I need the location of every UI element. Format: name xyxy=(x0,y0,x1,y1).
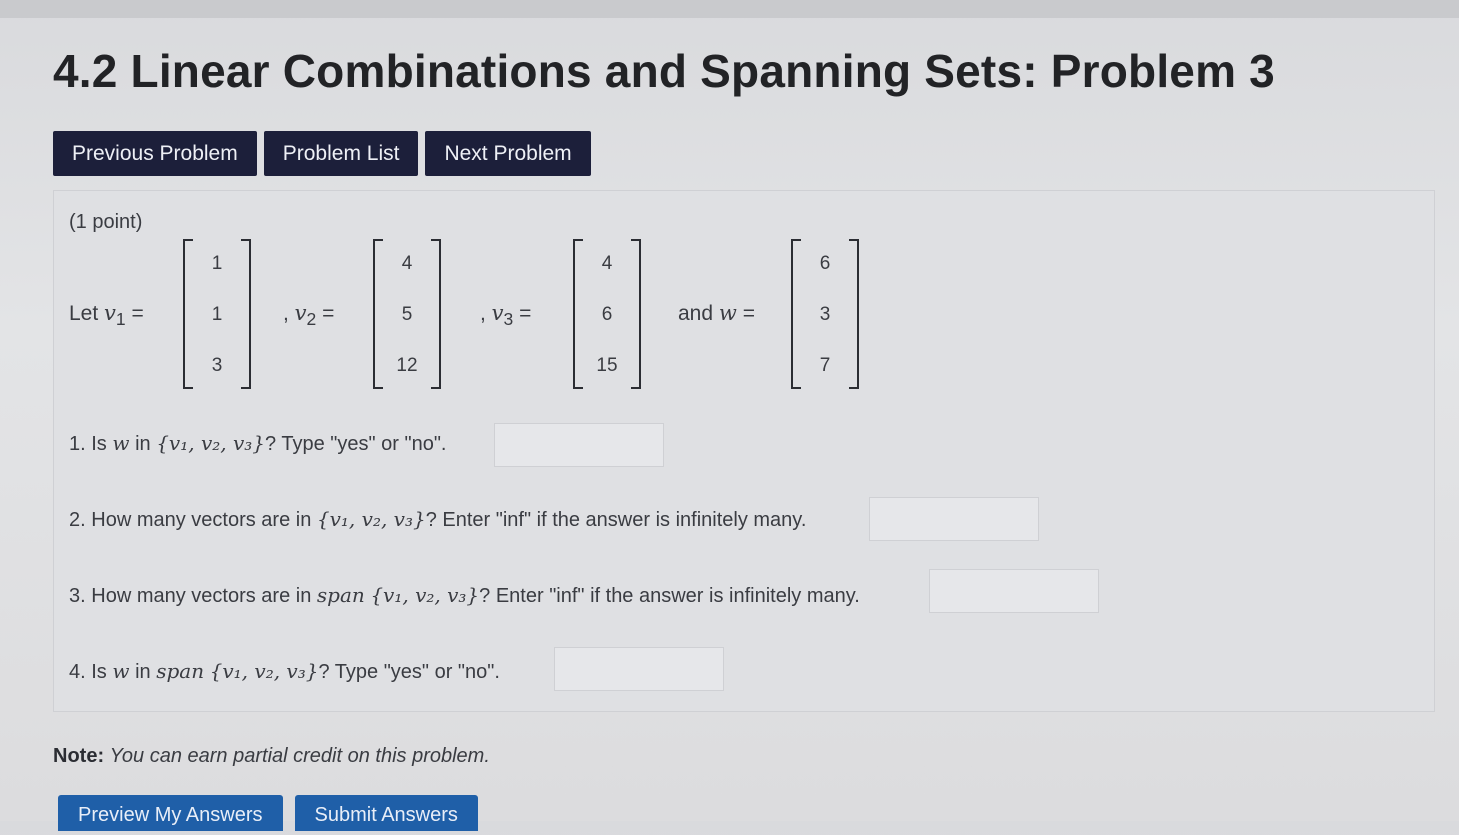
v2-matrix: 4 5 12 xyxy=(373,239,441,389)
w-entry: 7 xyxy=(819,355,831,376)
w-matrix: 6 3 7 xyxy=(791,239,859,389)
w-label: and w = xyxy=(678,301,755,325)
w-entry: 6 xyxy=(819,253,831,274)
question-4: 4. Is w in span {v₁, v₂, v₃}? Type "yes"… xyxy=(69,659,500,683)
v3-entry: 15 xyxy=(596,355,618,376)
problem-navigation: Previous Problem Problem List Next Probl… xyxy=(53,131,591,176)
question-2: 2. How many vectors are in {v₁, v₂, v₃}?… xyxy=(69,507,807,531)
v3-matrix: 4 6 15 xyxy=(573,239,641,389)
partial-credit-note: Note: You can earn partial credit on thi… xyxy=(53,745,490,767)
v1-entry: 3 xyxy=(211,355,223,376)
v2-label: , v2 = xyxy=(283,301,335,330)
v2-entry: 5 xyxy=(401,304,413,325)
v1-matrix: 1 1 3 xyxy=(183,239,251,389)
problem-list-button[interactable]: Problem List xyxy=(263,131,419,176)
question-3: 3. How many vectors are in span {v₁, v₂,… xyxy=(69,583,860,607)
next-problem-button[interactable]: Next Problem xyxy=(425,131,591,176)
v2-entry: 4 xyxy=(401,253,413,274)
problem-panel: (1 point) Let v1 = 1 1 3 , v2 = 4 5 12 ,… xyxy=(53,190,1435,712)
v3-entry: 6 xyxy=(601,304,613,325)
v3-entry: 4 xyxy=(601,253,613,274)
vector-definitions: Let v1 = 1 1 3 , v2 = 4 5 12 , v3 = 4 6 … xyxy=(69,235,949,391)
v3-label: , v3 = xyxy=(480,301,532,330)
answer-actions: Preview My Answers Submit Answers xyxy=(58,795,478,831)
browser-top-strip xyxy=(0,0,1459,18)
submit-answers-button[interactable]: Submit Answers xyxy=(294,795,478,831)
previous-problem-button[interactable]: Previous Problem xyxy=(53,131,257,176)
points-label: (1 point) xyxy=(69,211,143,233)
answer-3-input[interactable] xyxy=(929,569,1099,613)
answer-4-input[interactable] xyxy=(554,647,724,691)
v1-label: Let v1 = xyxy=(69,301,144,330)
preview-answers-button[interactable]: Preview My Answers xyxy=(58,795,283,831)
v1-entry: 1 xyxy=(211,304,223,325)
question-1: 1. Is w in {v₁, v₂, v₃}? Type "yes" or "… xyxy=(69,431,447,455)
v1-entry: 1 xyxy=(211,253,223,274)
v2-entry: 12 xyxy=(396,355,418,376)
answer-1-input[interactable] xyxy=(494,423,664,467)
w-entry: 3 xyxy=(819,304,831,325)
answer-2-input[interactable] xyxy=(869,497,1039,541)
page-title: 4.2 Linear Combinations and Spanning Set… xyxy=(53,45,1275,97)
